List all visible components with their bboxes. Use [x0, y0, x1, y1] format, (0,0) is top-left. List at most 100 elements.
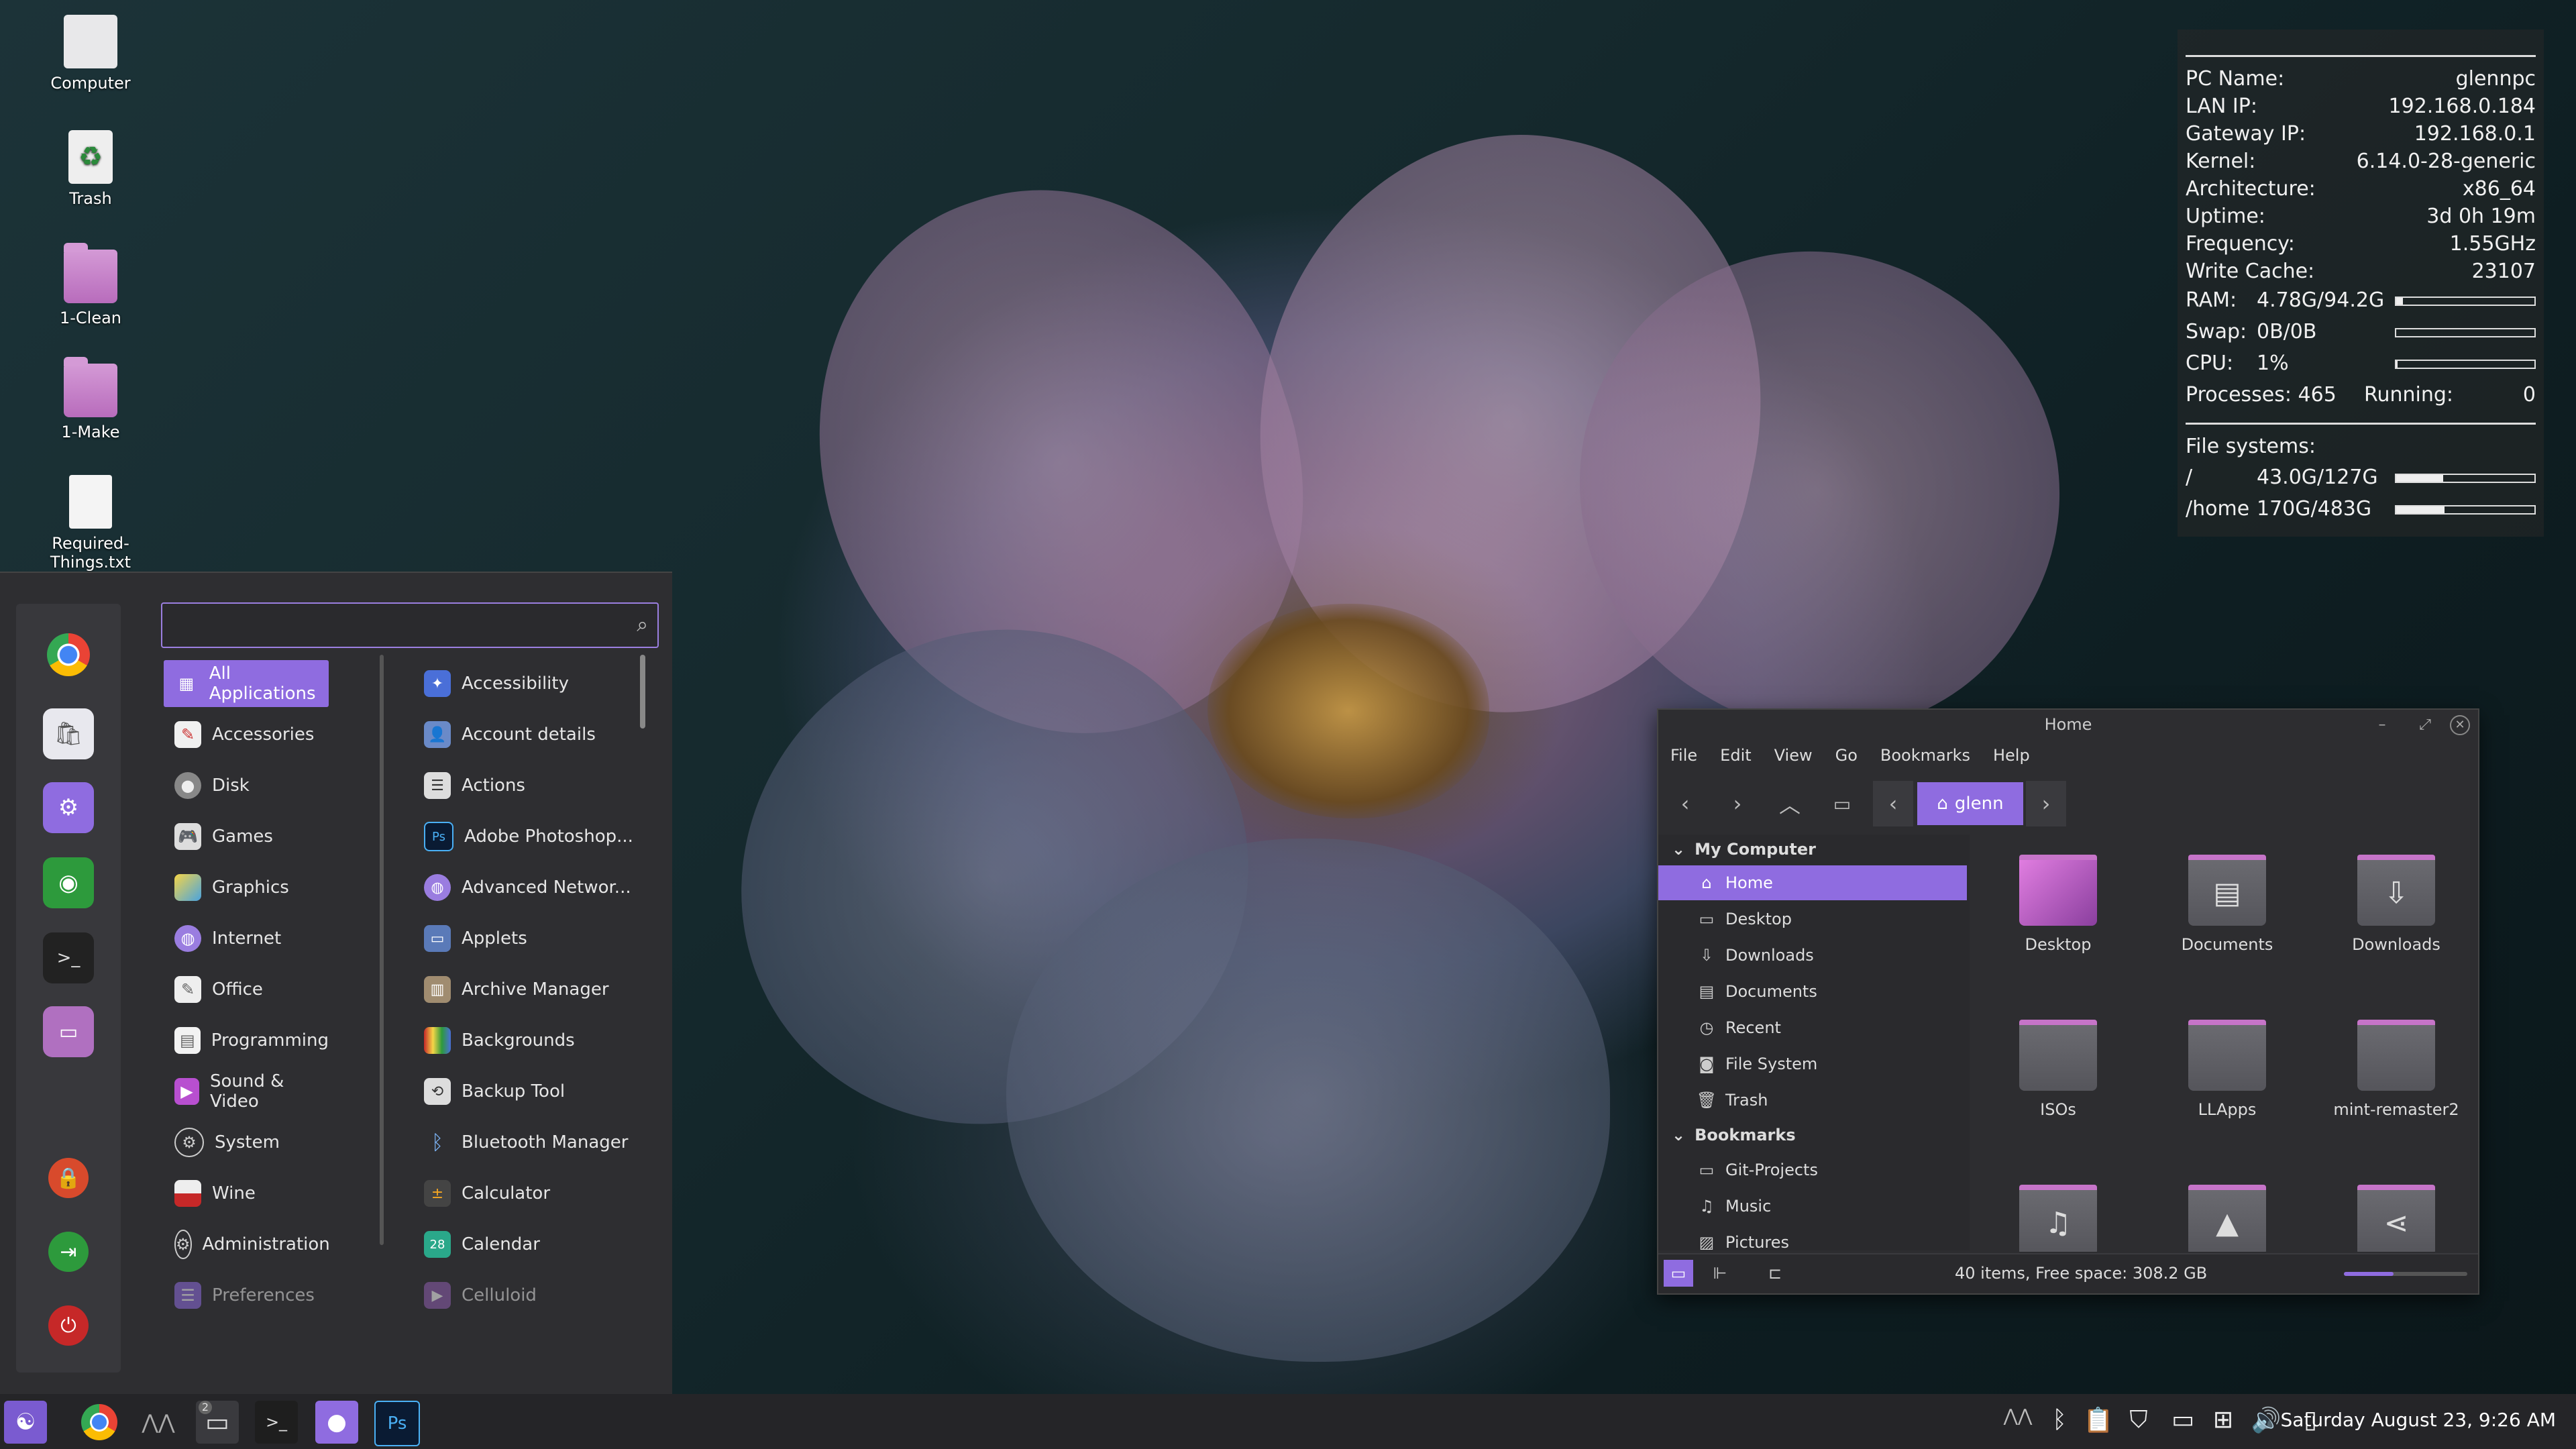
section-bookmarks[interactable]: ⌄ Bookmarks [1672, 1126, 1796, 1144]
app-item[interactable]: ✦ Accessibility [417, 660, 645, 707]
photoshop-icon[interactable]: Ps [374, 1401, 420, 1446]
menu-help[interactable]: Help [1993, 746, 2030, 765]
display-icon[interactable]: ▭ [2167, 1406, 2199, 1438]
close-button[interactable]: ✕ [2450, 715, 2470, 735]
category-office[interactable]: ✎ Office [164, 966, 329, 1013]
menu-go[interactable]: Go [1835, 746, 1858, 765]
clipboard-icon[interactable]: 📋 [2082, 1406, 2114, 1438]
folder-desktop[interactable]: Desktop [1978, 855, 2139, 954]
vm-icon[interactable]: ⋀⋀ [137, 1401, 180, 1444]
breadcrumb-home[interactable]: ⌂ glenn [1917, 782, 2023, 825]
desktop-icon-1-clean[interactable]: 1-Clean [34, 243, 148, 327]
menu-bookmarks[interactable]: Bookmarks [1880, 746, 1970, 765]
shield-icon[interactable]: ⛉ [2123, 1406, 2155, 1438]
category-preferences[interactable]: ☰ Preferences [164, 1272, 329, 1319]
app-item[interactable]: Backgrounds [417, 1017, 645, 1064]
bluetooth-icon[interactable]: ᛒ [2043, 1406, 2076, 1438]
folder-isos[interactable]: ISOs [1978, 1020, 2139, 1119]
category-games[interactable]: 🎮 Games [164, 813, 329, 860]
app-item[interactable]: ▥ Archive Manager [417, 966, 645, 1013]
files-icon[interactable]: ▭ 2 [196, 1401, 239, 1444]
path-left-button[interactable]: ‹ [1873, 781, 1913, 826]
logout-icon[interactable]: ⇥ [48, 1232, 89, 1272]
app-item[interactable]: ◍ Advanced Networ... [417, 864, 645, 911]
tree-toggle-icon[interactable]: ⊩ [1705, 1260, 1735, 1287]
sidebar-item-home[interactable]: ⌂ Home [1658, 865, 1967, 900]
app-item[interactable]: ᛒ Bluetooth Manager [417, 1119, 645, 1166]
lock-icon[interactable]: 🔒 [48, 1158, 89, 1198]
folder-pictures[interactable]: ▲ [2147, 1185, 2308, 1252]
category-administration[interactable]: ⚙ Administration [164, 1221, 330, 1268]
folder-public[interactable]: ⋖ [2316, 1185, 2477, 1252]
app-item[interactable]: 28 Calendar [417, 1221, 645, 1268]
github-icon[interactable]: ● [315, 1401, 358, 1444]
power-icon[interactable]: ⏻ [48, 1305, 89, 1346]
app-item[interactable]: ▶ Celluloid [417, 1272, 645, 1319]
files-icon[interactable]: ▭ [43, 1006, 94, 1057]
menu-view[interactable]: View [1774, 746, 1813, 765]
category-accessories[interactable]: ✎ Accessories [164, 711, 329, 758]
desktop-icon-required-things[interactable]: Required-Things.txt [34, 475, 148, 572]
minimize-button[interactable]: – [2372, 715, 2392, 735]
menu-edit[interactable]: Edit [1720, 746, 1751, 765]
sidebar-item-file-system[interactable]: ◙ File System [1658, 1046, 1967, 1081]
category-wine[interactable]: Wine [164, 1170, 329, 1217]
settings-icon[interactable]: ⚙ [43, 782, 94, 833]
app-item[interactable]: ± Calculator [417, 1170, 645, 1217]
section-my-computer[interactable]: ⌄ My Computer [1672, 840, 1816, 859]
category-programming[interactable]: ▤ Programming [164, 1017, 329, 1064]
desktop-icon-computer[interactable]: Computer [34, 15, 148, 93]
sidebar-item-git-projects[interactable]: ▭ Git-Projects [1658, 1152, 1967, 1187]
chrome-icon[interactable] [78, 1401, 121, 1444]
clock[interactable]: Saturday August 23, 9:26 AM [2281, 1409, 2556, 1431]
search-box[interactable]: ⌕ [161, 602, 659, 648]
zoom-slider[interactable] [2344, 1272, 2467, 1276]
category-system[interactable]: ⚙ System [164, 1119, 329, 1166]
network-icon[interactable]: ⊞ [2207, 1406, 2239, 1438]
app-item[interactable]: 👤 Account details [417, 711, 645, 758]
category-graphics[interactable]: Graphics [164, 864, 329, 911]
terminal-icon[interactable]: >_ [43, 932, 94, 983]
menu-file[interactable]: File [1670, 746, 1697, 765]
sidebar-toggle-icon[interactable]: ⊏ [1760, 1260, 1790, 1287]
category-sound-video[interactable]: ▶ Sound & Video [164, 1068, 329, 1115]
desktop-icon-1-make[interactable]: 1-Make [34, 357, 148, 441]
folder-llapps[interactable]: LLApps [2147, 1020, 2308, 1119]
desktop-icon-trash[interactable]: ♻ Trash [34, 130, 148, 208]
search-input[interactable] [169, 609, 614, 640]
folder-documents[interactable]: ▤ Documents [2147, 855, 2308, 954]
sidebar-item-recent[interactable]: ◷ Recent [1658, 1010, 1967, 1045]
category-disk[interactable]: ● Disk [164, 762, 329, 809]
terminal-icon[interactable]: >_ [255, 1401, 298, 1444]
category-internet[interactable]: ◍ Internet [164, 915, 329, 962]
folder-music[interactable]: ♫ [1978, 1185, 2139, 1252]
app-item[interactable]: ⟲ Backup Tool [417, 1068, 645, 1115]
back-button[interactable]: ‹ [1662, 781, 1708, 826]
conky-row: Architecture: x86_64 [2186, 177, 2536, 204]
sidebar-item-desktop[interactable]: ▭ Desktop [1658, 902, 1967, 936]
menu-icon[interactable]: ☯ [4, 1401, 47, 1444]
folder-mint-remaster2[interactable]: mint-remaster2 [2316, 1020, 2477, 1119]
software-store-icon[interactable]: 🛍 [43, 708, 94, 759]
volume-icon[interactable]: 🔊 [2250, 1406, 2282, 1438]
app-item[interactable]: ☰ Actions [417, 762, 645, 809]
maximize-button[interactable]: ⤢ [2415, 715, 2435, 735]
app-item[interactable]: Ps Adobe Photoshop... [417, 813, 645, 860]
app-item[interactable]: ▭ Applets [417, 915, 645, 962]
sidebar-item-music[interactable]: ♫ Music [1658, 1189, 1967, 1224]
sidebar-item-trash[interactable]: 🗑 Trash [1658, 1083, 1967, 1118]
app-icon[interactable]: ◉ [43, 857, 94, 908]
vm-tray-icon[interactable]: ⋀⋀ [2002, 1406, 2034, 1438]
category-all-applications[interactable]: ▦ All Applications [164, 660, 329, 707]
sidebar-item-pictures[interactable]: ▨ Pictures [1658, 1225, 1967, 1250]
folder-downloads[interactable]: ⇩ Downloads [2316, 855, 2477, 954]
chrome-icon[interactable] [47, 633, 90, 676]
places-toggle-icon[interactable]: ▭ [1664, 1260, 1693, 1287]
forward-button[interactable]: › [1715, 781, 1760, 826]
path-right-button[interactable]: › [2026, 781, 2066, 826]
sidebar-label: Git-Projects [1725, 1161, 1818, 1179]
up-button[interactable]: ︿ [1767, 781, 1813, 826]
sidebar-item-documents[interactable]: ▤ Documents [1658, 974, 1967, 1009]
sidebar-item-downloads[interactable]: ⇩ Downloads [1658, 938, 1967, 973]
computer-button[interactable]: ▭ [1819, 781, 1865, 826]
